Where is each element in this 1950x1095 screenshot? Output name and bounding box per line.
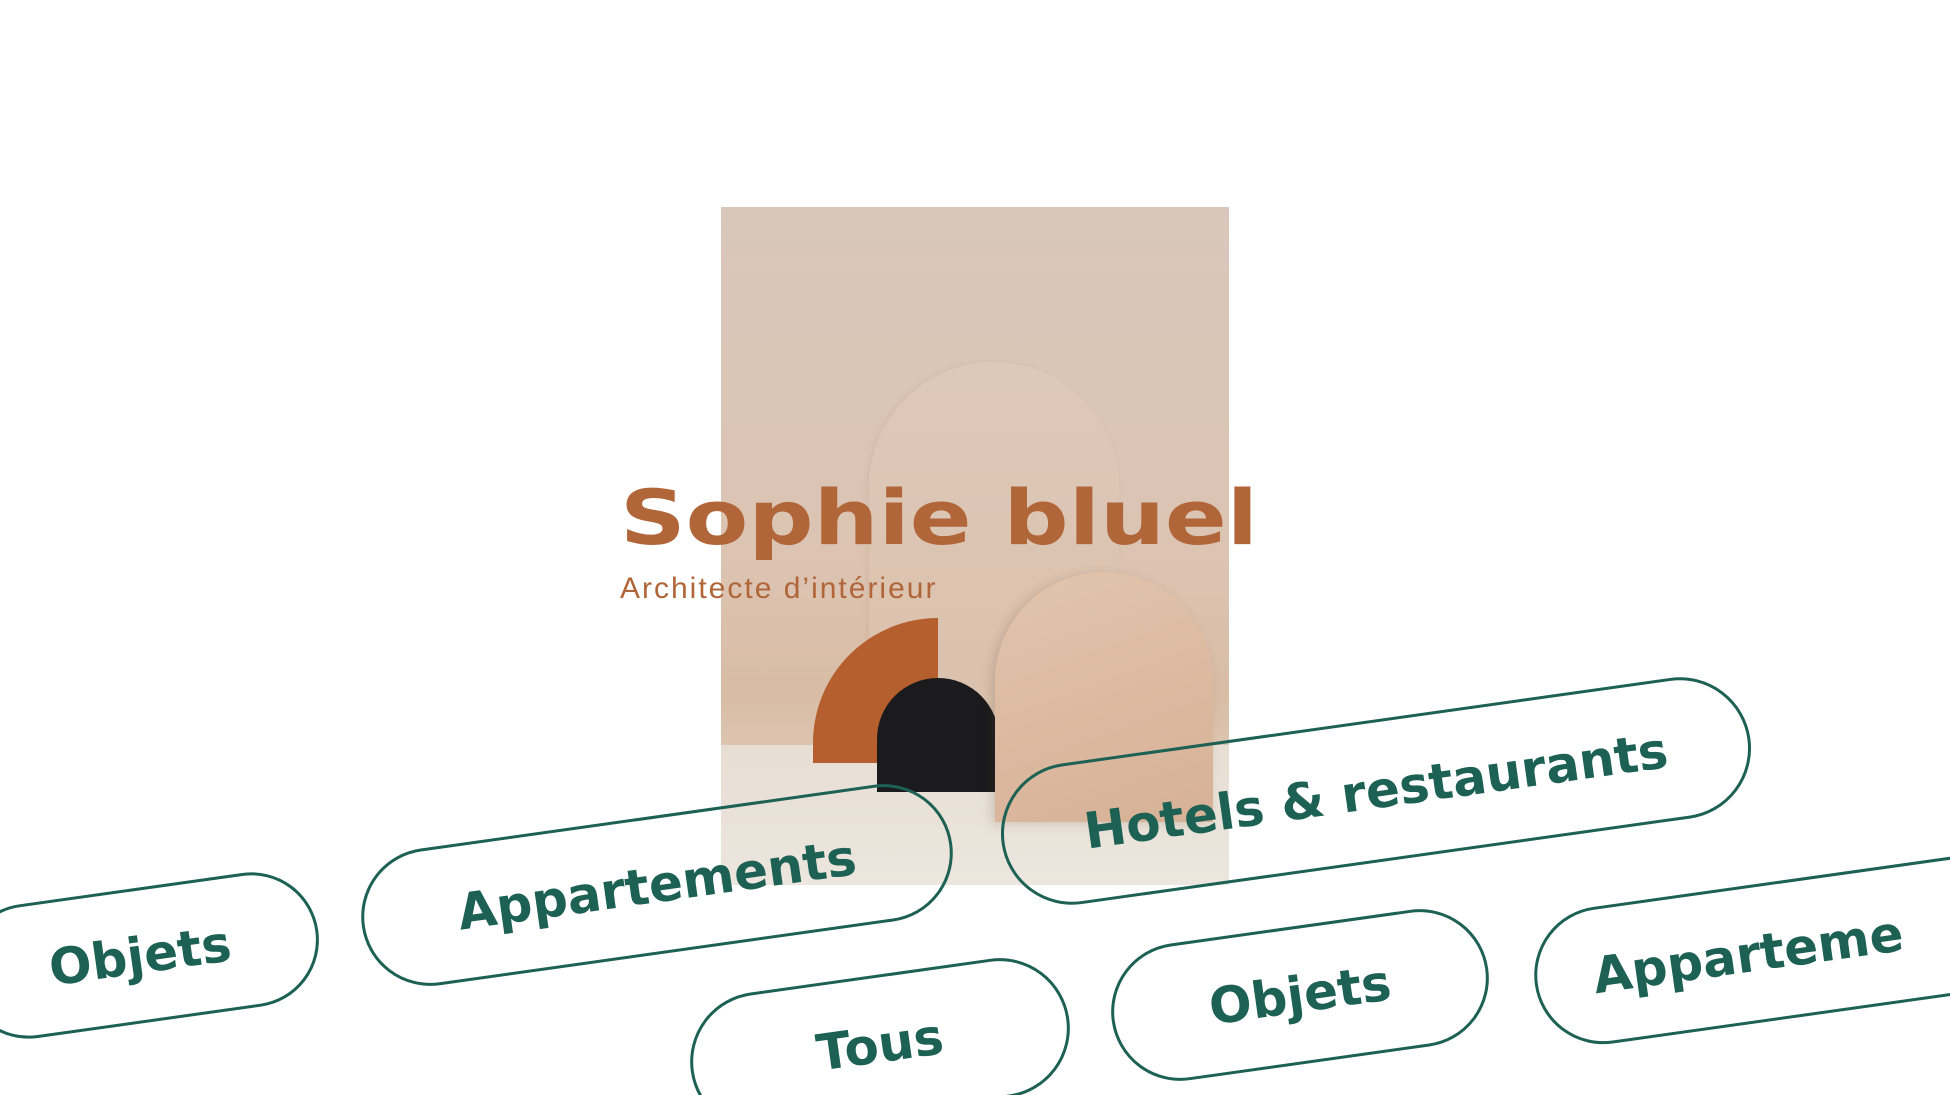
filter-objets-button[interactable]: Objets [0, 863, 328, 1048]
brand-block: Sophie bluel Architecte d’intérieur [620, 480, 1258, 606]
filter-appartements-label: Appartements [454, 828, 860, 942]
brand-title: Sophie bluel [620, 473, 1259, 562]
filter-objets-label: Objets [45, 914, 235, 997]
filter-appartements-button[interactable]: Appartements [352, 775, 962, 995]
filter-appartements-label-repeat: Apparteme [1589, 904, 1907, 1006]
filter-objets-label-repeat: Objets [1205, 953, 1395, 1037]
filter-appartements-button-repeat[interactable]: Apparteme [1525, 832, 1950, 1054]
brand-subtitle: Architecte d’intérieur [620, 572, 938, 605]
filter-tous-label: Tous [812, 1007, 948, 1083]
filter-tous-button[interactable]: Tous [681, 949, 1079, 1095]
filter-objets-button-repeat[interactable]: Objets [1102, 900, 1498, 1090]
hero-black-half-circle [877, 678, 999, 792]
